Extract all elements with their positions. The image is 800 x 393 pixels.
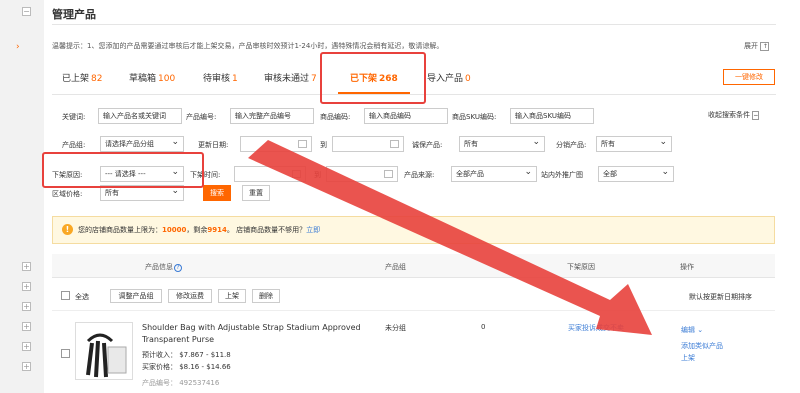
annotation-arrow	[248, 140, 652, 335]
